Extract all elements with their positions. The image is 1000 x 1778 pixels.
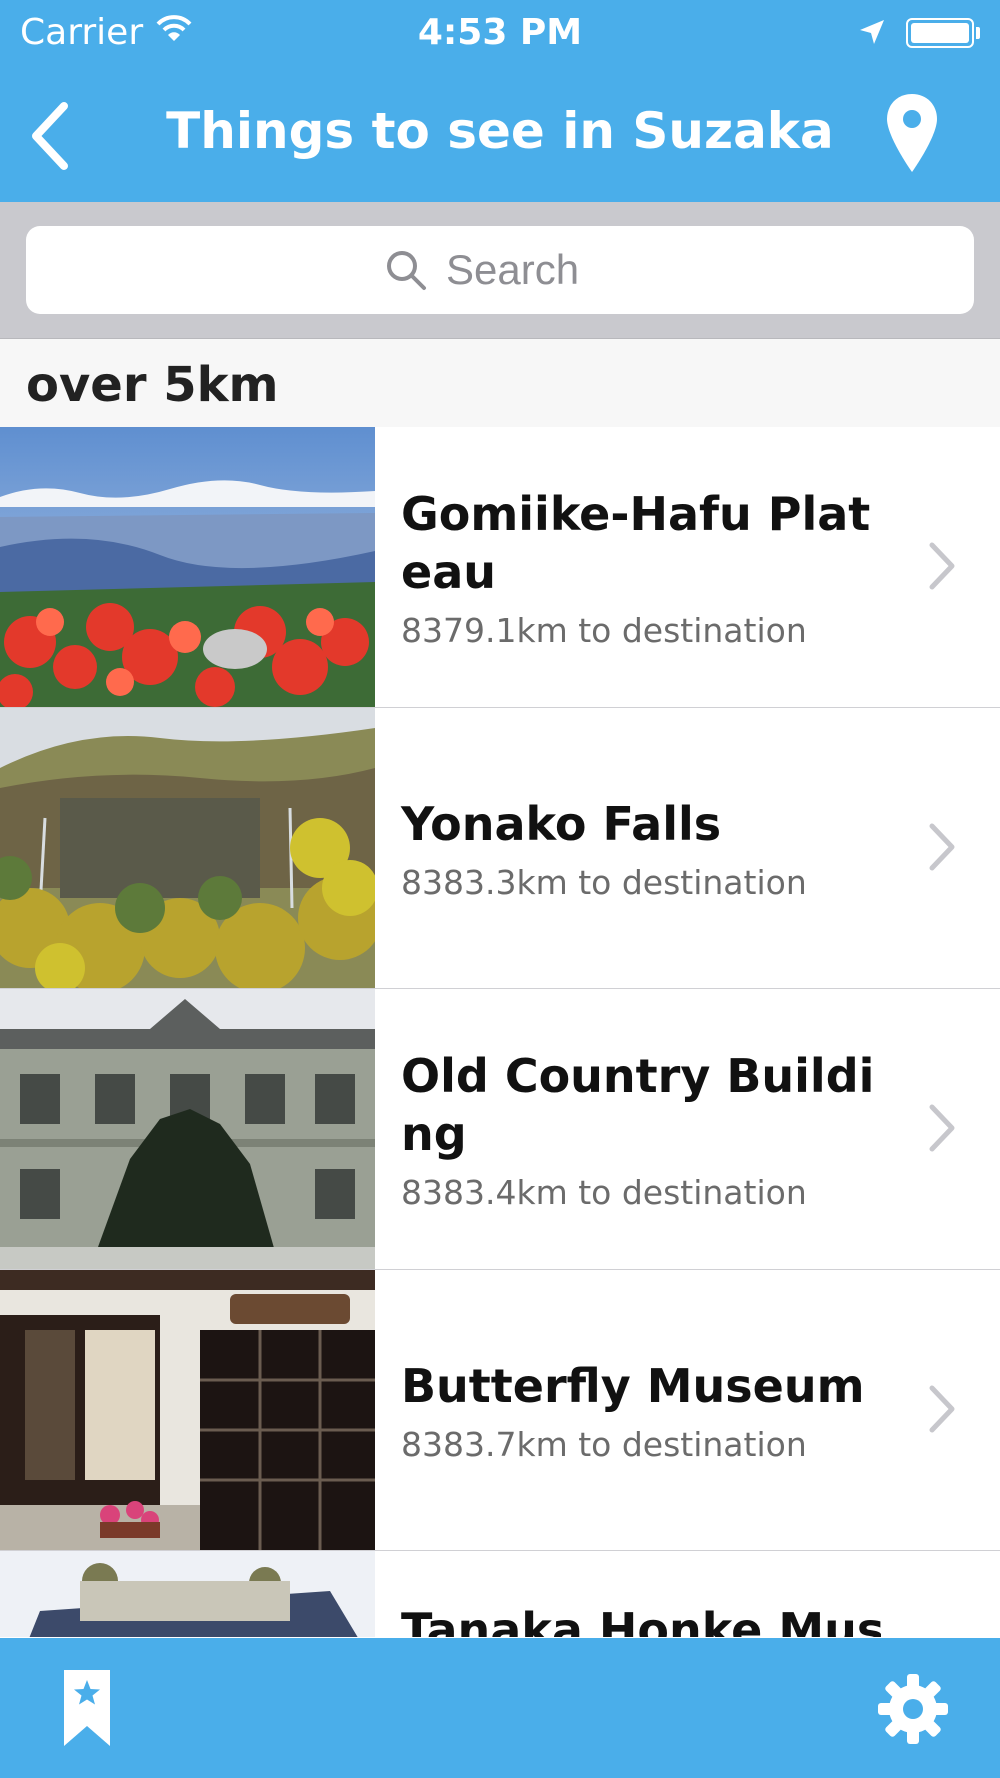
map-pin-icon[interactable] xyxy=(884,92,940,176)
place-text: Butterfly Museum 8383.7km to destination xyxy=(401,1270,881,1550)
search-icon xyxy=(387,251,426,290)
chevron-right-icon xyxy=(929,1385,955,1433)
search-input[interactable] xyxy=(446,246,616,294)
list-item[interactable]: Butterfly Museum 8383.7km to destination xyxy=(0,1270,1000,1551)
list-item[interactable]: Yonako Falls 8383.3km to destination xyxy=(0,708,1000,989)
place-text: Old Country Building 8383.4km to destina… xyxy=(401,989,881,1269)
navigation-bar: Things to see in Suzaka xyxy=(0,68,1000,202)
place-thumbnail xyxy=(0,989,375,1269)
places-list[interactable]: Gomiike-Hafu Plateau 8379.1km to destina… xyxy=(0,427,1000,1637)
section-header: over 5km xyxy=(0,339,1000,427)
place-name: Yonako Falls xyxy=(401,796,722,851)
section-header-label: over 5km xyxy=(26,357,279,413)
place-thumbnail xyxy=(0,427,375,707)
search-field[interactable] xyxy=(26,226,974,314)
place-name: Butterfly Museum xyxy=(401,1358,865,1413)
list-item[interactable]: Tanaka Honke Museum xyxy=(0,1551,1000,1637)
place-name: Gomiike-Hafu Plateau xyxy=(401,486,871,599)
place-thumbnail xyxy=(0,1551,375,1637)
status-bar: Carrier 4:53 PM xyxy=(0,0,1000,68)
place-text: Tanaka Honke Museum xyxy=(401,1551,881,1637)
place-name: Tanaka Honke Museum xyxy=(401,1603,881,1637)
tab-bar xyxy=(0,1638,1000,1778)
battery-icon xyxy=(906,18,974,48)
list-item[interactable]: Old Country Building 8383.4km to destina… xyxy=(0,989,1000,1270)
back-chevron-icon[interactable] xyxy=(22,96,82,176)
place-thumbnail xyxy=(0,1270,375,1550)
search-bar-container xyxy=(0,202,1000,339)
chevron-right-icon xyxy=(929,542,955,590)
bookmark-star-icon[interactable] xyxy=(62,1668,112,1748)
clock: 4:53 PM xyxy=(417,12,583,53)
chevron-right-icon xyxy=(929,823,955,871)
place-name: Old Country Building xyxy=(401,1048,875,1161)
place-distance: 8379.1km to destination xyxy=(401,610,807,650)
battery-tip xyxy=(976,27,980,39)
place-distance: 8383.3km to destination xyxy=(401,862,807,902)
list-item[interactable]: Gomiike-Hafu Plateau 8379.1km to destina… xyxy=(0,427,1000,708)
place-thumbnail xyxy=(0,708,375,988)
chevron-right-icon xyxy=(929,1104,955,1152)
page-title: Things to see in Suzaka xyxy=(166,102,834,160)
place-text: Yonako Falls 8383.3km to destination xyxy=(401,708,881,988)
location-arrow-icon xyxy=(860,20,884,44)
place-text: Gomiike-Hafu Plateau 8379.1km to destina… xyxy=(401,427,881,707)
gear-icon[interactable] xyxy=(876,1672,950,1746)
place-distance: 8383.4km to destination xyxy=(401,1172,807,1212)
place-distance: 8383.7km to destination xyxy=(401,1424,807,1464)
